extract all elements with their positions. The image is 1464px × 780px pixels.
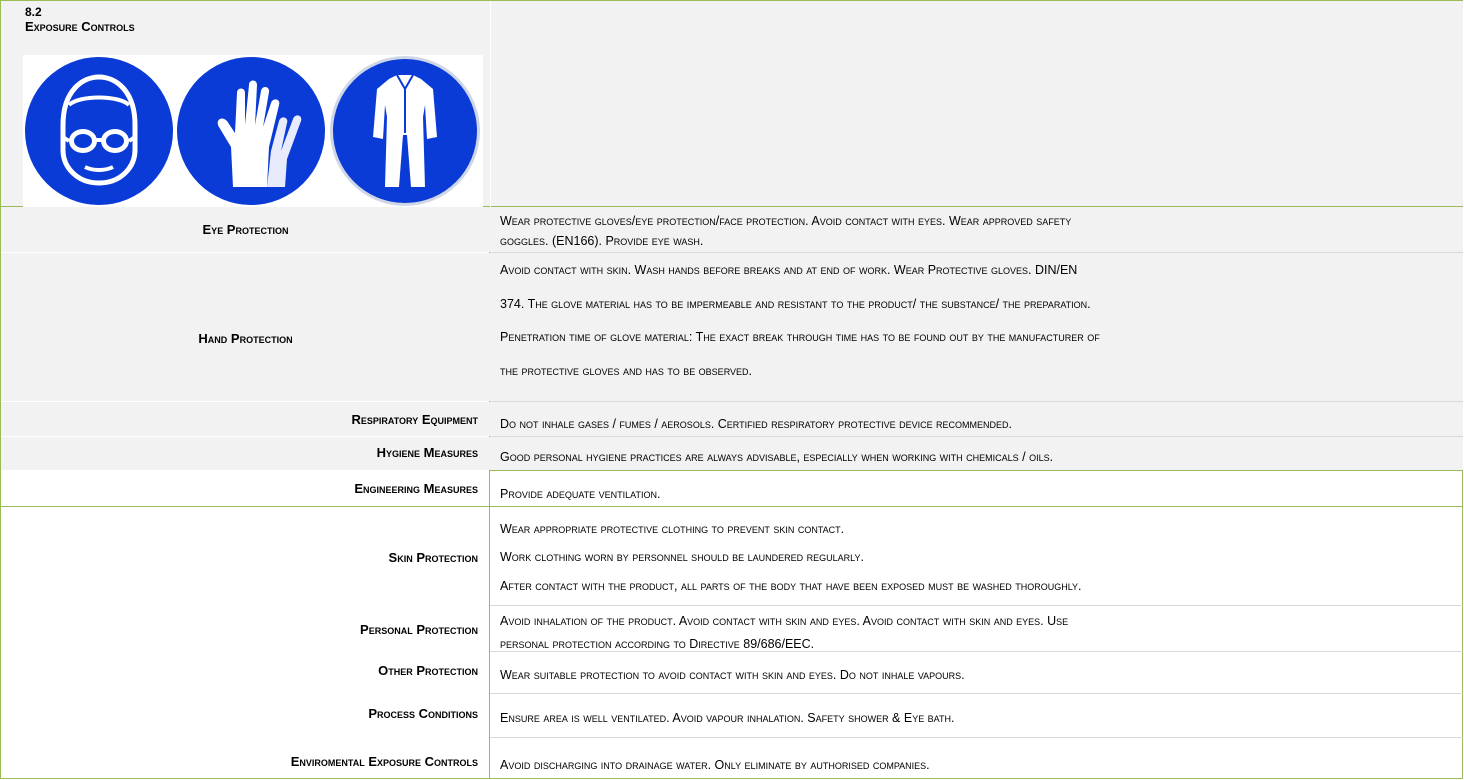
protective-clothing-icon [327, 55, 483, 207]
process-conditions-text: Ensure area is well ventilated. Avoid va… [500, 711, 955, 725]
respiratory-equipment-label: Respiratory Equipment [351, 412, 478, 427]
row-eye-protection: Eye Protection Wear protective gloves/ey… [1, 207, 1463, 252]
header-divider [490, 1, 491, 208]
row-other-protection: Other Protection Wear suitable protectio… [1, 652, 1463, 693]
eye-protection-line-1: Wear protective gloves/eye protection/fa… [500, 214, 1072, 228]
eye-protection-line-2: goggles. (EN166). Provide eye wash. [500, 234, 704, 248]
ppe-pictograms [23, 55, 483, 207]
row-skin-protection: Skin Protection Wear appropriate protect… [1, 507, 1463, 605]
row-hand-protection: Hand Protection Avoid contact with skin.… [1, 253, 1463, 401]
personal-protection-label: Personal Protection [360, 622, 478, 637]
exposure-controls-table: 8.2 Exposure Controls Eye Protection Wea… [0, 0, 1463, 779]
hand-protection-line-1: Avoid contact with skin. Wash hands befo… [500, 263, 1078, 277]
personal-protection-line-1: Avoid inhalation of the product. Avoid c… [500, 614, 1069, 628]
process-conditions-label: Process Conditions [368, 706, 478, 721]
eye-protection-label: Eye Protection [202, 222, 289, 237]
engineering-measures-text: Provide adequate ventilation. [500, 487, 661, 501]
environmental-exposure-controls-label: Enviromental Exposure Controls [290, 754, 478, 769]
row-respiratory-equipment: Respiratory Equipment Do not inhale gase… [1, 402, 1463, 436]
engineering-measures-label: Engineering Measures [354, 481, 478, 496]
skin-protection-line-3: After contact with the product, all part… [500, 579, 1082, 593]
row-personal-protection: Personal Protection Avoid inhalation of … [1, 606, 1463, 651]
gloves-icon [175, 55, 327, 207]
other-protection-label: Other Protection [378, 663, 478, 678]
section-number: 8.2 [25, 5, 42, 19]
row-hygiene-measures: Hygiene Measures Good personal hygiene p… [1, 437, 1463, 470]
hygiene-measures-text: Good personal hygiene practices are alwa… [500, 450, 1054, 464]
hand-protection-line-2: 374. The glove material has to be imperm… [500, 297, 1091, 311]
hand-protection-label: Hand Protection [198, 331, 293, 346]
skin-protection-line-2: Work clothing worn by personnel should b… [500, 550, 864, 564]
skin-protection-label: Skin Protection [388, 550, 478, 565]
section-title: Exposure Controls [25, 19, 135, 34]
row-engineering-measures: Engineering Measures Provide adequate ve… [1, 471, 1463, 506]
environmental-exposure-controls-text: Avoid discharging into drainage water. O… [500, 758, 930, 772]
other-protection-text: Wear suitable protection to avoid contac… [500, 668, 965, 682]
row-process-conditions: Process Conditions Ensure area is well v… [1, 694, 1463, 737]
section-header: 8.2 Exposure Controls [1, 0, 1463, 208]
face-protection-goggles-icon [23, 55, 175, 207]
hygiene-measures-label: Hygiene Measures [376, 445, 478, 460]
respiratory-equipment-text: Do not inhale gases / fumes / aerosols. … [500, 417, 1013, 431]
hand-protection-line-4: the protective gloves and has to be obse… [500, 364, 753, 378]
hand-protection-line-3: Penetration time of glove material: The … [500, 330, 1100, 344]
row-environmental-exposure-controls: Enviromental Exposure Controls Avoid dis… [1, 738, 1463, 779]
skin-protection-line-1: Wear appropriate protective clothing to … [500, 522, 845, 536]
